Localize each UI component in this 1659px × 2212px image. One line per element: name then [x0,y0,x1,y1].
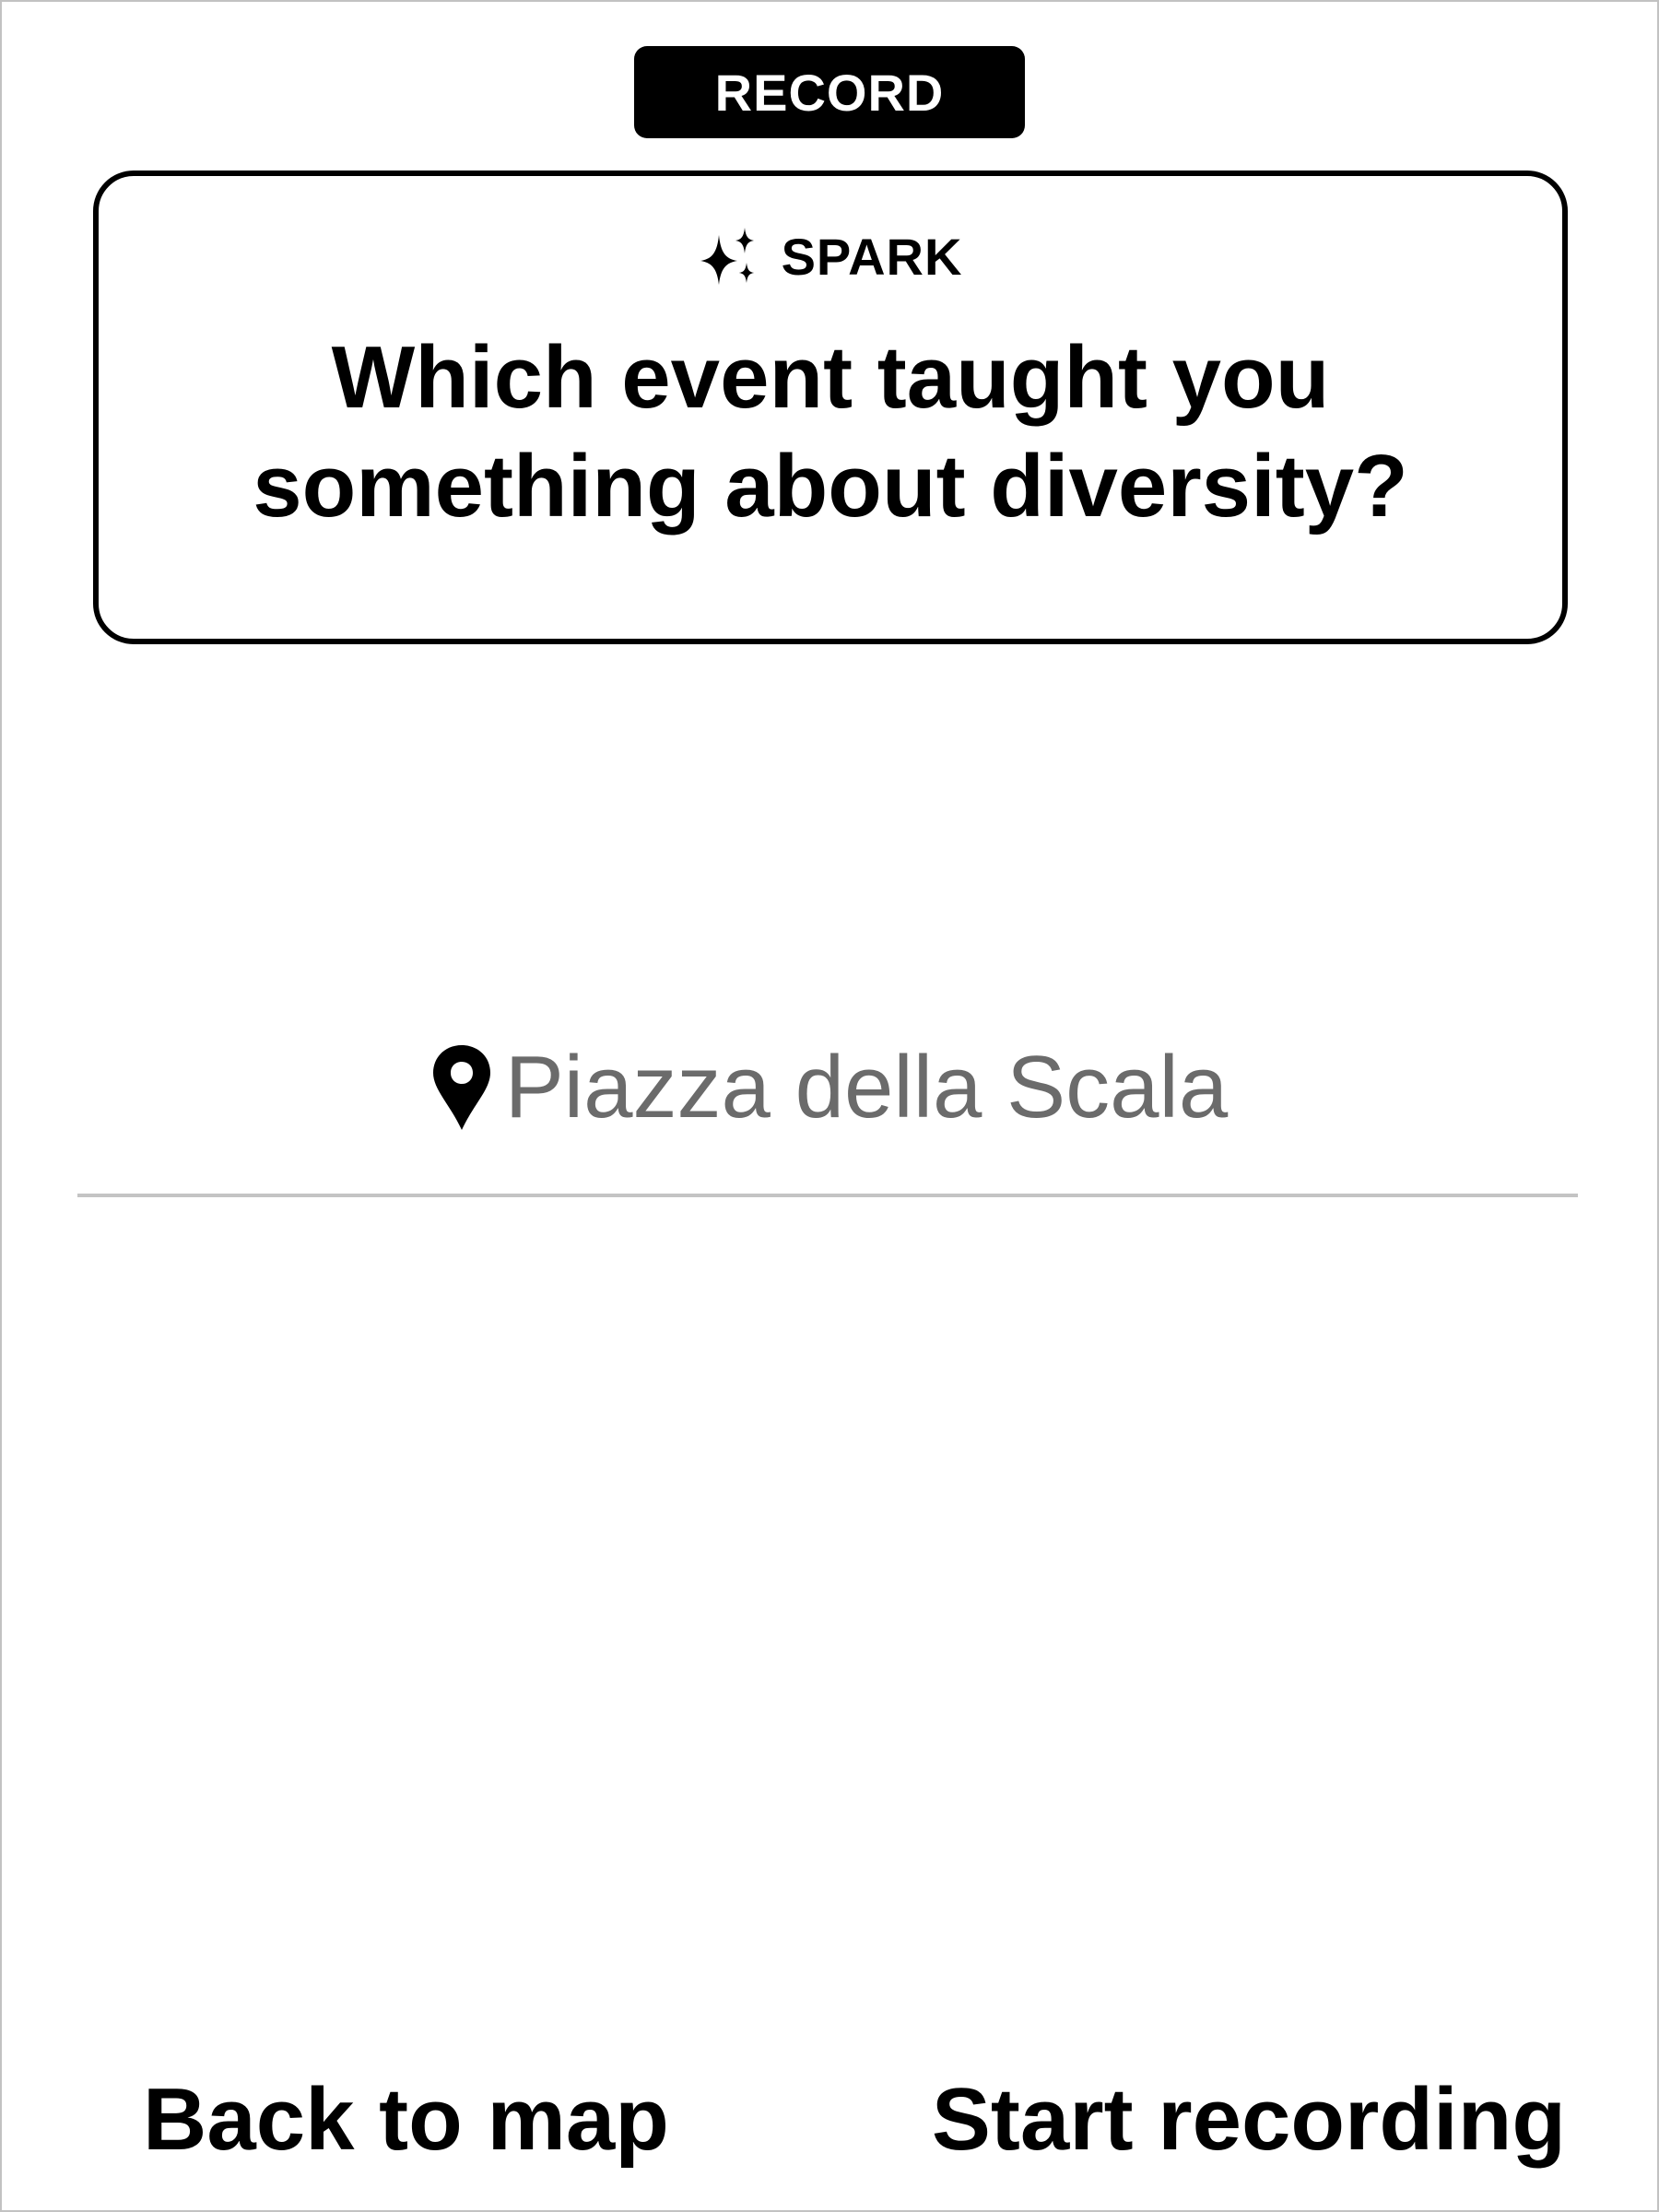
start-recording-button[interactable]: Start recording [932,2065,1566,2175]
map-pin-icon [432,1045,490,1130]
record-badge: RECORD [634,46,1025,138]
spark-header: SPARK [99,226,1562,287]
spark-question: Which event taught you something about d… [253,328,1408,535]
divider [77,1194,1578,1197]
back-to-map-button[interactable]: Back to map [143,2065,669,2175]
spark-label: SPARK [781,227,963,286]
location-name: Piazza della Scala [504,1038,1229,1136]
record-badge-label: RECORD [714,63,945,122]
sparkle-icon [700,228,754,285]
location-row: Piazza della Scala [0,1032,1659,1143]
spark-card: SPARK Which event taught you something a… [93,171,1568,644]
